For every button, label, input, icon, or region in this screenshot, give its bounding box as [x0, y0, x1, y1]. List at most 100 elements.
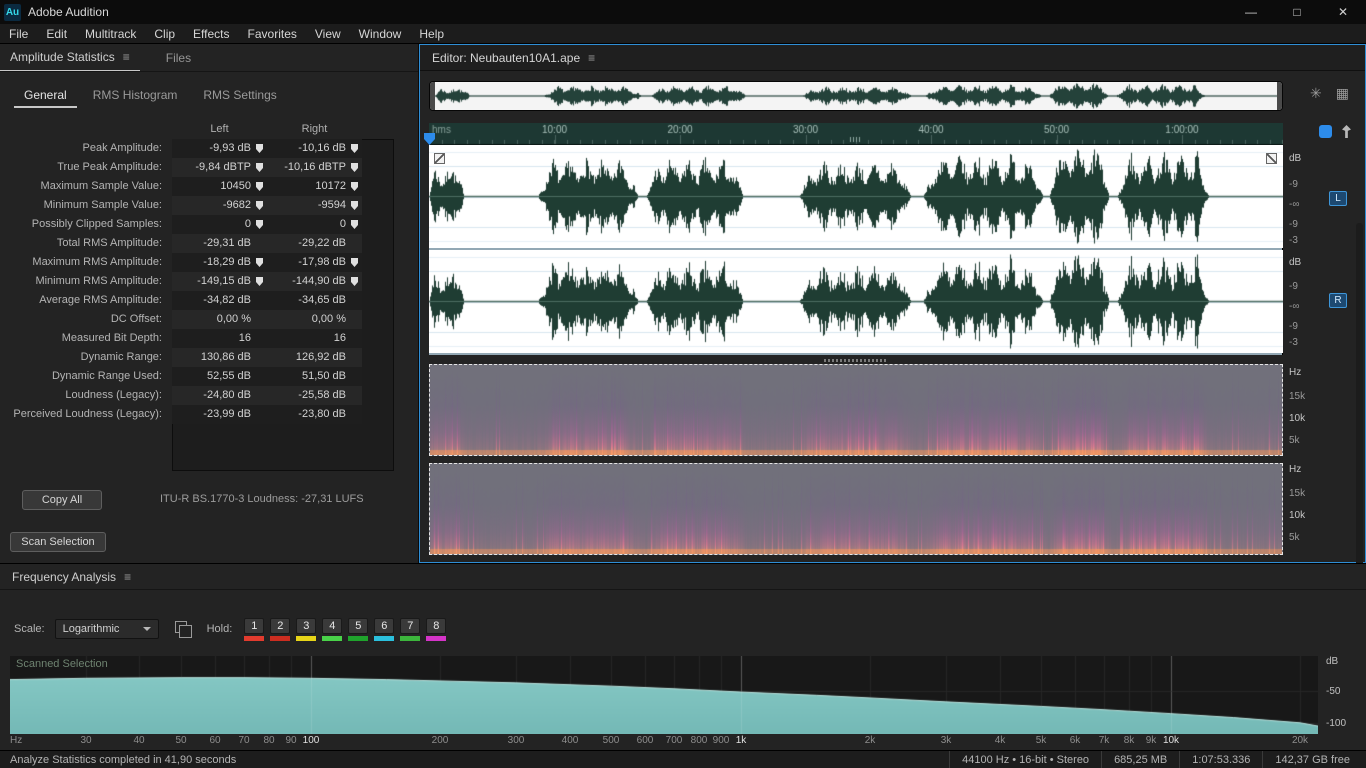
panel-menu-icon[interactable]: ≡ [123, 50, 130, 64]
spectrogram-right-canvas[interactable] [430, 464, 1282, 554]
tab-amplitude-statistics[interactable]: Amplitude Statistics ≡ [0, 44, 140, 71]
jump-to-sample-icon[interactable] [351, 277, 358, 286]
frequency-panel-menu-icon[interactable]: ≡ [124, 570, 131, 584]
stat-value: -10,16 dB [267, 139, 362, 158]
subtab-rms-settings[interactable]: RMS Settings [193, 84, 286, 108]
jump-to-sample-icon[interactable] [256, 182, 263, 191]
subtab-rms-histogram[interactable]: RMS Histogram [83, 84, 188, 108]
itu-loudness-text: ITU-R BS.1770-3 Loudness: -27,31 LUFS [160, 493, 364, 505]
hold-button-5[interactable]: 5 [348, 617, 369, 641]
hold-button-number[interactable]: 7 [400, 617, 421, 634]
jump-to-sample-icon[interactable] [351, 201, 358, 210]
menu-item-favorites[interactable]: Favorites [239, 24, 306, 44]
waveform-right-canvas[interactable] [429, 250, 1283, 353]
scan-selection-button[interactable]: Scan Selection [10, 532, 106, 552]
scale-tick-label: dB [1289, 153, 1302, 164]
waveform-display[interactable] [429, 145, 1283, 355]
selection-handle-left[interactable] [434, 153, 445, 164]
tab-files-label: Files [165, 50, 192, 65]
scale-tick-label: Hz [1289, 367, 1302, 378]
hold-button-number[interactable]: 5 [348, 617, 369, 634]
menu-item-multitrack[interactable]: Multitrack [76, 24, 145, 44]
jump-to-sample-icon[interactable] [256, 201, 263, 210]
menu-item-clip[interactable]: Clip [145, 24, 184, 44]
scale-tick-label: -3 [1289, 337, 1298, 348]
hold-button-7[interactable]: 7 [400, 617, 421, 641]
copy-graph-icon[interactable] [174, 621, 192, 638]
table-row: Loudness (Legacy): -24,80 dB -25,58 dB [8, 386, 408, 405]
overview-handle-left[interactable] [430, 82, 435, 110]
table-row: Dynamic Range: 130,86 dB 126,92 dB [8, 348, 408, 367]
jump-to-sample-icon[interactable] [351, 144, 358, 153]
jump-to-sample-icon[interactable] [351, 258, 358, 267]
channel-left-button[interactable]: L [1329, 191, 1347, 206]
hold-button-3[interactable]: 3 [296, 617, 317, 641]
x-tick-label: 100 [302, 735, 320, 746]
channel-right-button[interactable]: R [1329, 293, 1347, 308]
jump-to-sample-icon[interactable] [351, 220, 358, 229]
selection-handle-right[interactable] [1266, 153, 1277, 164]
hold-button-number[interactable]: 3 [296, 617, 317, 634]
stat-label: Loudness (Legacy): [65, 389, 162, 401]
splitter-grip[interactable] [824, 358, 888, 362]
overview-handle-right[interactable] [1277, 82, 1282, 110]
hold-button-number[interactable]: 2 [270, 617, 291, 634]
maximize-button[interactable]: □ [1274, 0, 1320, 24]
jump-to-sample-icon[interactable] [256, 163, 263, 172]
spectrogram-left-canvas[interactable] [430, 365, 1282, 455]
hold-button-number[interactable]: 6 [374, 617, 395, 634]
x-tick-label: 20k [1291, 735, 1309, 746]
stat-label: Minimum RMS Amplitude: [35, 275, 162, 287]
tab-frequency-analysis[interactable]: Frequency Analysis ≡ [0, 570, 143, 584]
tab-files[interactable]: Files [156, 44, 201, 71]
jump-to-sample-icon[interactable] [256, 277, 263, 286]
scale-tick-label: -∞ [1289, 199, 1300, 210]
subtab-general[interactable]: General [14, 84, 77, 108]
waveform-left-canvas[interactable] [429, 145, 1283, 248]
navigate-icon[interactable]: ✳ [1310, 85, 1322, 102]
hold-button-8[interactable]: 8 [426, 617, 447, 641]
hold-button-1[interactable]: 1 [244, 617, 265, 641]
x-tick-label: 50 [175, 735, 187, 746]
menu-item-file[interactable]: File [0, 24, 37, 44]
table-row: True Peak Amplitude: -9,84 dBTP -10,16 dBT… [8, 158, 408, 177]
scale-dropdown[interactable]: Logarithmic [54, 619, 159, 639]
menu-item-view[interactable]: View [306, 24, 350, 44]
editor-tab[interactable]: Editor: Neubauten10A1.ape ≡ [420, 51, 607, 65]
jump-to-sample-icon[interactable] [351, 182, 358, 191]
x-tick-label: 80 [263, 735, 275, 746]
menu-item-effects[interactable]: Effects [184, 24, 238, 44]
hold-button-6[interactable]: 6 [374, 617, 395, 641]
scanned-selection-label: Scanned Selection [16, 658, 108, 670]
menu-item-window[interactable]: Window [350, 24, 411, 44]
menu-item-edit[interactable]: Edit [37, 24, 76, 44]
hold-button-number[interactable]: 1 [244, 617, 265, 634]
table-row: Maximum RMS Amplitude: -18,29 dB -17,98 dB [8, 253, 408, 272]
overview-waveform-canvas[interactable] [435, 82, 1279, 110]
spectral-display-left[interactable] [429, 364, 1283, 456]
timeline-ruler[interactable] [429, 123, 1283, 145]
stat-label: Dynamic Range: [80, 351, 162, 363]
editor-panel-menu-icon[interactable]: ≡ [588, 51, 595, 65]
jump-to-sample-icon[interactable] [351, 163, 358, 172]
hold-button-4[interactable]: 4 [322, 617, 343, 641]
wave-spectral-splitter[interactable] [429, 357, 1283, 363]
grid-view-icon[interactable]: ▦ [1336, 85, 1349, 102]
jump-to-sample-icon[interactable] [256, 258, 263, 267]
hold-button-number[interactable]: 4 [322, 617, 343, 634]
overview-navigator[interactable] [429, 81, 1283, 111]
minimize-button[interactable]: — [1228, 0, 1274, 24]
hold-color-swatch [348, 635, 369, 641]
hold-button-2[interactable]: 2 [270, 617, 291, 641]
stat-value: -25,58 dB [267, 386, 362, 405]
copy-all-button[interactable]: Copy All [22, 490, 102, 510]
jump-to-sample-icon[interactable] [256, 220, 263, 229]
jump-to-sample-icon[interactable] [256, 144, 263, 153]
stat-value: -18,29 dB [172, 253, 267, 272]
close-button[interactable]: ✕ [1320, 0, 1366, 24]
spectral-display-right[interactable] [429, 463, 1283, 555]
menu-item-help[interactable]: Help [410, 24, 453, 44]
timeline-ruler-canvas[interactable] [429, 123, 1283, 145]
hold-button-number[interactable]: 8 [426, 617, 447, 634]
x-tick-label: 600 [636, 735, 654, 746]
